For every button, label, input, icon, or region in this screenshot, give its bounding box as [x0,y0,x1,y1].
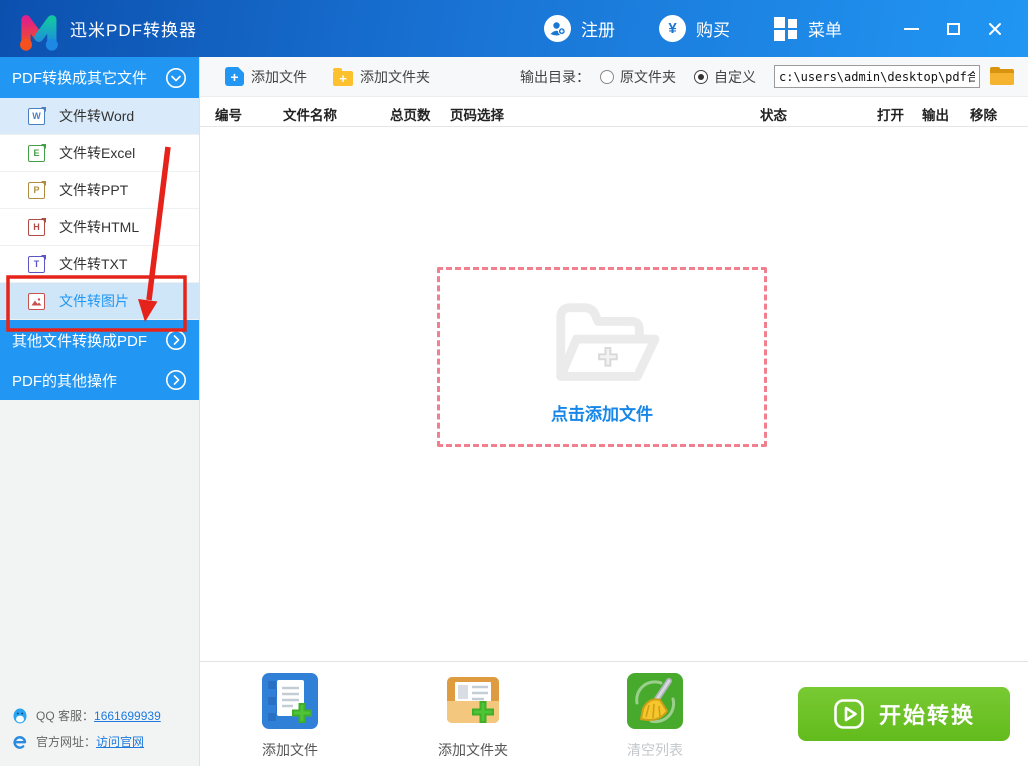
click-to-add-label: 点击添加文件 [551,404,653,424]
open-folder-icon [556,302,660,381]
sidebar-section-pdf-other-ops[interactable]: PDF的其他操作 [0,360,199,400]
minimize-button[interactable] [894,12,928,46]
add-folder-big-icon [447,677,499,723]
radio-custom-label[interactable]: 自定义 [714,67,756,87]
yen-icon: ¥ [659,15,686,42]
bottom-add-file-button[interactable]: 添加文件 [230,673,350,760]
browser-icon [13,735,27,749]
table-header: 编号 文件名称 总页数 页码选择 状态 打开 输出 移除 [200,97,1028,127]
radio-original-circle[interactable] [600,69,614,84]
sidebar-item-label: 文件转Word [59,108,135,124]
col-output: 输出 [922,108,949,123]
col-total-pages: 总页数 [390,108,431,123]
sidebar-item-label: 文件转图片 [59,293,129,309]
chevron-down-circle-icon [166,67,186,88]
sidebar: PDF转换成其它文件 W 文件转Word E 文件转Excel P 文件转PPT… [0,57,200,766]
radio-original-label[interactable]: 原文件夹 [620,67,676,87]
bottom-action-bar: 添加文件 添加文件夹 清空列表 开始转换 [200,661,1028,766]
sidebar-section-pdf-to-other[interactable]: PDF转换成其它文件 [0,57,199,98]
click-to-add-dropzone[interactable]: 点击添加文件 [437,267,767,447]
sidebar-item-html[interactable]: H 文件转HTML [0,209,199,246]
image-icon [28,292,45,310]
col-remove: 移除 [970,108,997,123]
clear-list-broom-icon [627,673,683,729]
col-number: 编号 [215,108,242,123]
clear-list-label: 清空列表 [627,742,683,758]
browse-folder-button[interactable] [990,66,1014,87]
section-label: PDF的其他操作 [12,372,118,390]
sidebar-item-excel[interactable]: E 文件转Excel [0,135,199,172]
add-file-button[interactable]: + 添加文件 [225,67,307,87]
qq-service-label: QQ 客服： [36,709,95,723]
word-doc-icon: W [28,107,46,125]
sidebar-item-word[interactable]: W 文件转Word [0,98,199,135]
sidebar-item-label: 文件转TXT [59,256,128,272]
radio-custom[interactable]: 自定义 [694,67,756,87]
html-doc-icon: H [28,218,46,236]
qq-number-link[interactable]: 1661699939 [94,709,161,723]
add-folder-icon: + [333,67,353,86]
add-file-label: 添加文件 [251,68,307,85]
maximize-button[interactable] [936,12,970,46]
sidebar-item-label: 文件转HTML [59,219,140,235]
sidebar-item-label: 文件转Excel [59,145,136,161]
register-button[interactable]: 注册 [544,15,615,42]
sidebar-items: W 文件转Word E 文件转Excel P 文件转PPT H 文件转HTML … [0,98,199,320]
sidebar-item-ppt[interactable]: P 文件转PPT [0,172,199,209]
radio-custom-circle[interactable] [694,69,708,84]
add-folder-button[interactable]: + 添加文件夹 [333,67,430,87]
section-label: 其他文件转换成PDF [12,332,148,350]
col-filename: 文件名称 [283,108,337,123]
col-page-select: 页码选择 [450,108,504,123]
close-icon [989,22,1001,35]
sidebar-item-label: 文件转PPT [59,182,129,198]
menu-label: 菜单 [808,21,842,40]
bottom-add-folder-button[interactable]: 添加文件夹 [413,673,533,760]
add-file-big-icon [262,673,318,729]
qq-icon [13,708,27,724]
bottom-add-file-label: 添加文件 [262,742,318,758]
clear-list-button[interactable]: 清空列表 [595,673,715,760]
sidebar-item-image[interactable]: 文件转图片 [0,283,199,320]
buy-label: 购买 [696,21,730,40]
chevron-right-circle-icon [166,370,186,390]
toolbar: + 添加文件 + 添加文件夹 输出目录： 原文件夹 自定义 [200,57,1028,97]
bottom-add-folder-label: 添加文件夹 [438,742,508,758]
register-label: 注册 [581,21,615,40]
sidebar-item-txt[interactable]: T 文件转TXT [0,246,199,283]
menu-grid-icon [774,16,798,41]
titlebar-actions: 注册 ¥ 购买 菜单 [544,12,1014,46]
col-open: 打开 [877,108,904,123]
app-window: 迅米PDF转换器 注册 ¥ 购买 菜单 PDF转换成其它文件 W 文件转Word… [0,0,1028,766]
window-controls [886,12,1012,46]
section-label: PDF转换成其它文件 [12,70,148,87]
menu-button[interactable]: 菜单 [774,16,842,41]
start-convert-label: 开始转换 [878,703,975,728]
register-user-icon [544,15,571,42]
sidebar-section-other-to-pdf[interactable]: 其他文件转换成PDF [0,320,199,360]
play-icon [834,699,864,729]
app-title: 迅米PDF转换器 [70,21,197,40]
chevron-right-circle-icon [166,330,186,350]
buy-button[interactable]: ¥ 购买 [659,15,730,42]
start-convert-button[interactable]: 开始转换 [798,687,1010,741]
txt-doc-icon: T [28,255,46,273]
sidebar-footer: QQ 客服： 1661699939 官方网址： 访问官网 [12,698,161,750]
main-panel: + 添加文件 + 添加文件夹 输出目录： 原文件夹 自定义 编号 文 [200,57,1028,766]
output-path-input[interactable] [774,65,980,88]
app-logo-icon [20,14,58,51]
close-button[interactable] [978,12,1012,46]
titlebar: 迅米PDF转换器 注册 ¥ 购买 菜单 [0,0,1028,57]
output-dir-label: 输出目录： [520,68,590,85]
radio-original-folder[interactable]: 原文件夹 [600,67,676,87]
excel-doc-icon: E [28,144,46,162]
website-label: 官方网址： [36,735,97,749]
ppt-doc-icon: P [28,181,46,199]
visit-site-link[interactable]: 访问官网 [96,733,144,750]
col-status: 状态 [760,108,787,123]
add-folder-label: 添加文件夹 [360,68,430,85]
file-list-area: 点击添加文件 [200,127,1028,660]
add-file-icon: + [225,67,244,86]
